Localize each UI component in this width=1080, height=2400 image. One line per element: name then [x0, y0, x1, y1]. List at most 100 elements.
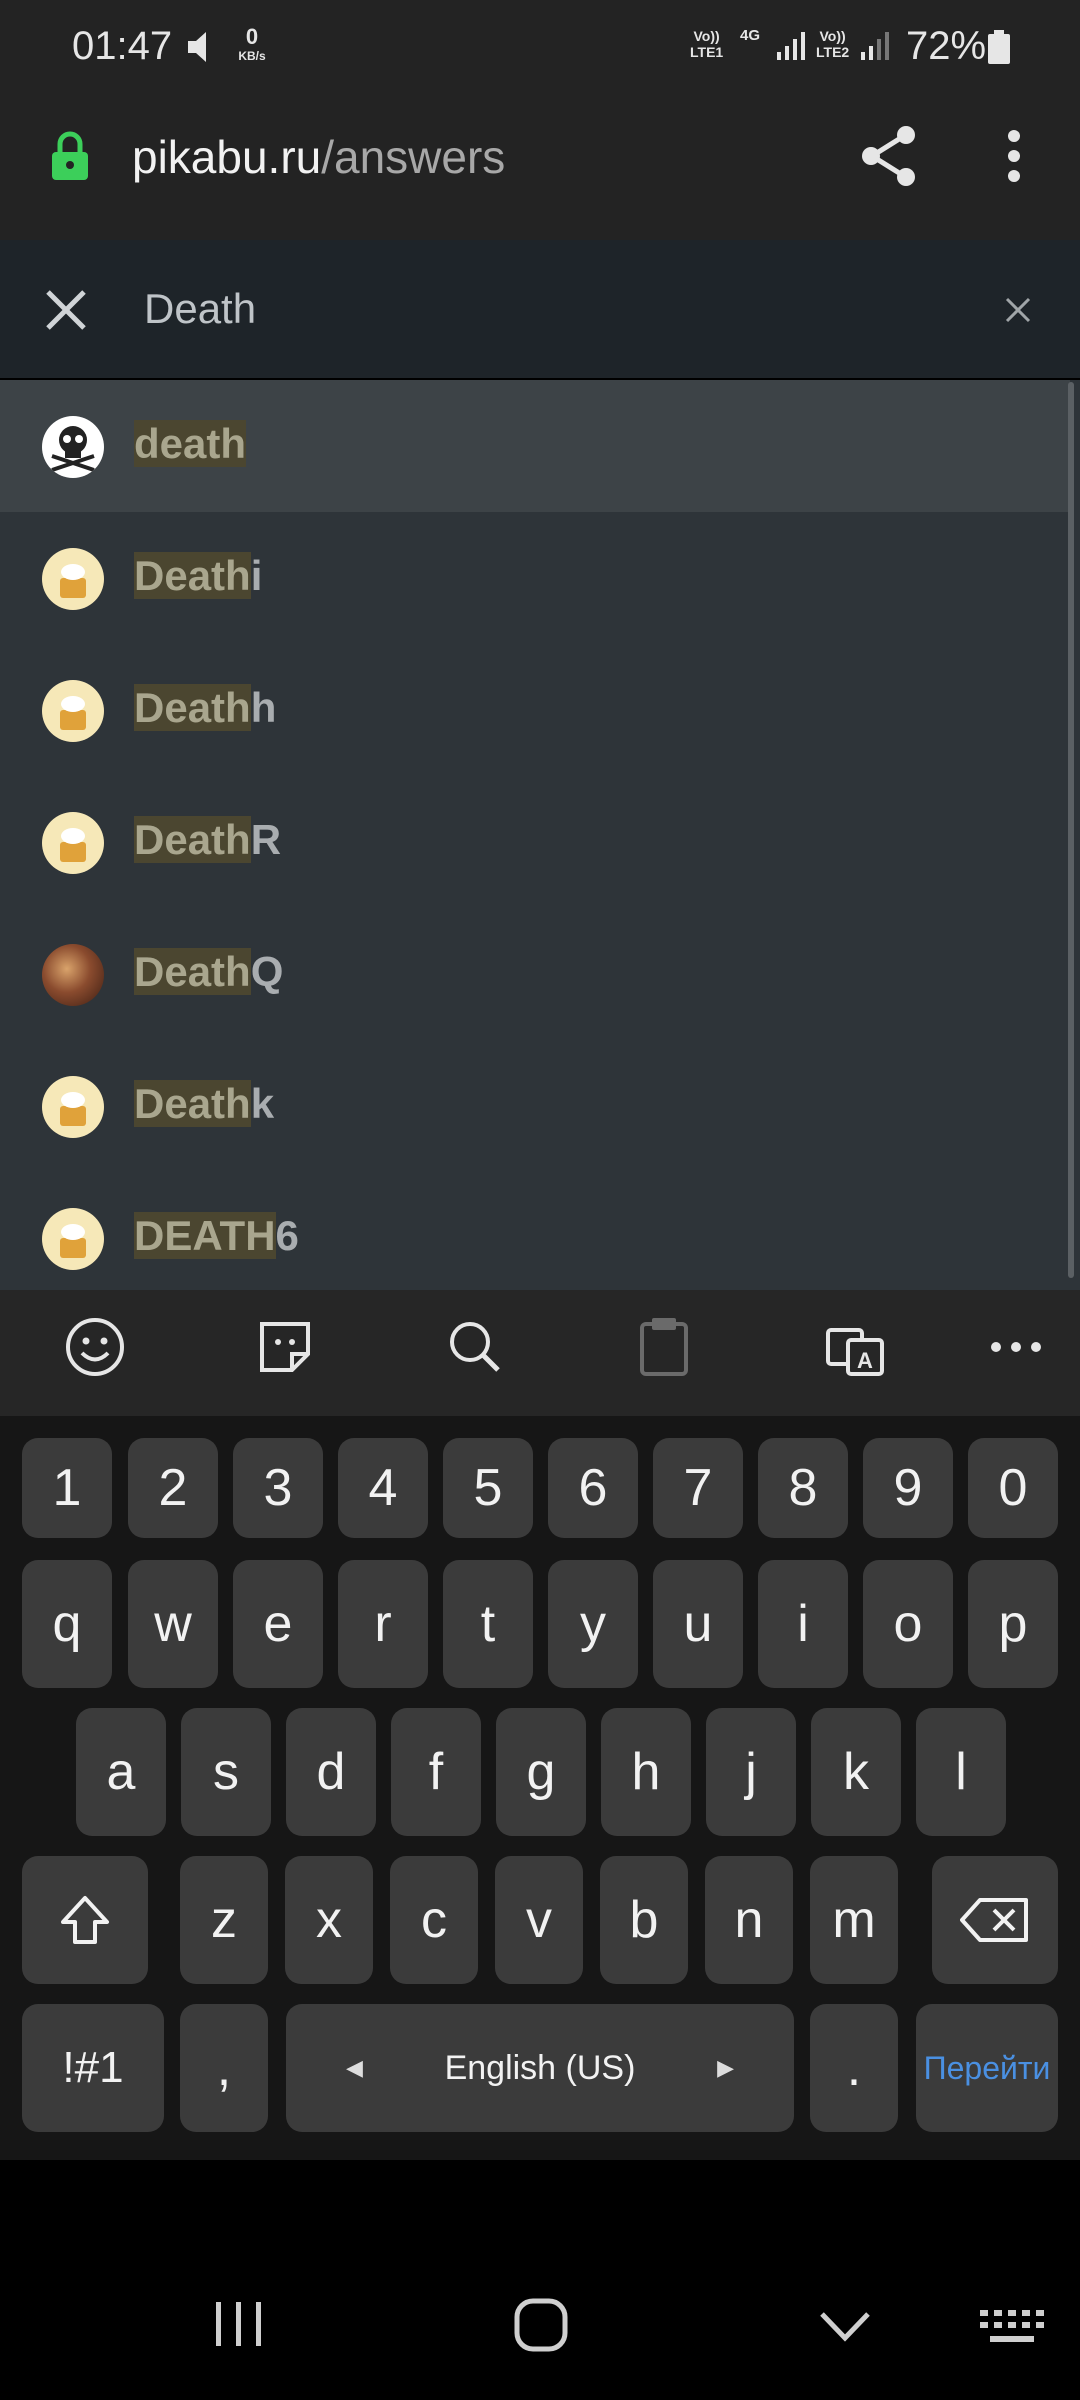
- search-icon[interactable]: [446, 1316, 502, 1378]
- chevron-down-icon[interactable]: [818, 2308, 872, 2344]
- key[interactable]: t: [443, 1560, 533, 1688]
- key[interactable]: 3: [233, 1438, 323, 1538]
- clipboard-icon[interactable]: [638, 1316, 690, 1378]
- close-search-button[interactable]: [42, 286, 90, 334]
- result-username: Deathh: [134, 684, 276, 732]
- key[interactable]: m: [810, 1856, 898, 1984]
- result-match: Death: [134, 948, 251, 995]
- space-key-label: English (US): [444, 2048, 636, 2087]
- key[interactable]: e: [233, 1560, 323, 1688]
- key[interactable]: w: [128, 1560, 218, 1688]
- key[interactable]: 0: [968, 1438, 1058, 1538]
- backspace-key[interactable]: [932, 1856, 1058, 1984]
- signal-icon: [861, 32, 889, 60]
- more-options-icon[interactable]: [1002, 128, 1026, 188]
- skull-icon: [42, 416, 104, 478]
- key[interactable]: 4: [338, 1438, 428, 1538]
- home-icon[interactable]: [514, 2298, 568, 2352]
- key[interactable]: i: [758, 1560, 848, 1688]
- results-scrollbar[interactable]: [1068, 382, 1074, 1278]
- sim1-volte: Vo)): [693, 28, 720, 44]
- result-rest: 6: [275, 1212, 299, 1259]
- result-rest: h: [250, 684, 277, 731]
- lock-icon[interactable]: [50, 130, 90, 182]
- list-item[interactable]: Deathh: [0, 644, 1070, 776]
- symbols-key[interactable]: !#1: [22, 2004, 164, 2132]
- recent-apps-icon[interactable]: [212, 2300, 266, 2348]
- list-item[interactable]: Deathi: [0, 512, 1070, 644]
- key[interactable]: 8: [758, 1438, 848, 1538]
- cake-avatar: [42, 1208, 104, 1270]
- key[interactable]: a: [76, 1708, 166, 1836]
- result-username: Deathi: [134, 552, 262, 600]
- list-item[interactable]: DeathR: [0, 776, 1070, 908]
- key[interactable]: 7: [653, 1438, 743, 1538]
- key[interactable]: p: [968, 1560, 1058, 1688]
- sim2-lte: LTE2: [816, 44, 850, 60]
- url-text[interactable]: pikabu.ru/answers: [132, 130, 505, 184]
- space-key[interactable]: ◀ English (US) ▶: [286, 2004, 794, 2132]
- key[interactable]: s: [181, 1708, 271, 1836]
- key[interactable]: r: [338, 1560, 428, 1688]
- list-item[interactable]: DeathQ: [0, 908, 1070, 1040]
- clear-search-button[interactable]: [1004, 296, 1032, 324]
- key[interactable]: h: [601, 1708, 691, 1836]
- battery-percentage: 72%: [906, 24, 987, 68]
- key[interactable]: 1: [22, 1438, 112, 1538]
- key[interactable]: 9: [863, 1438, 953, 1538]
- keyboard-icon[interactable]: [980, 2310, 1044, 2346]
- key[interactable]: d: [286, 1708, 376, 1836]
- sim1-label: Vo)) LTE1: [690, 28, 723, 60]
- right-arrow-icon: ▶: [717, 2055, 734, 2080]
- share-icon[interactable]: [858, 124, 920, 188]
- key[interactable]: f: [391, 1708, 481, 1836]
- emoji-icon[interactable]: [64, 1316, 126, 1378]
- list-item[interactable]: Deathk: [0, 1040, 1070, 1172]
- left-arrow-icon: ◀: [346, 2055, 363, 2080]
- key[interactable]: k: [811, 1708, 901, 1836]
- key[interactable]: 6: [548, 1438, 638, 1538]
- key[interactable]: l: [916, 1708, 1006, 1836]
- key[interactable]: c: [390, 1856, 478, 1984]
- key[interactable]: g: [496, 1708, 586, 1836]
- more-icon[interactable]: [990, 1316, 1042, 1378]
- battery-icon: [988, 30, 1010, 64]
- navigation-bar: [0, 2160, 1080, 2400]
- keyboard-toolbar: [0, 1290, 1080, 1416]
- network-speed-value: 0: [245, 24, 259, 49]
- key[interactable]: o: [863, 1560, 953, 1688]
- translate-icon[interactable]: A: [824, 1316, 886, 1378]
- cake-avatar: [42, 812, 104, 874]
- result-match: Death: [134, 816, 251, 863]
- shift-key[interactable]: [22, 1856, 148, 1984]
- key[interactable]: y: [548, 1560, 638, 1688]
- sticker-icon[interactable]: [254, 1316, 316, 1378]
- status-time: 01:47: [72, 24, 173, 68]
- period-key[interactable]: .: [810, 2004, 898, 2132]
- comma-key[interactable]: ,: [180, 2004, 268, 2132]
- key[interactable]: u: [653, 1560, 743, 1688]
- list-item[interactable]: DEATH6: [0, 1172, 1070, 1290]
- go-key[interactable]: Перейти: [916, 2004, 1058, 2132]
- result-username: Deathk: [134, 1080, 274, 1128]
- result-rest: R: [250, 816, 282, 863]
- cake-avatar: [42, 548, 104, 610]
- key[interactable]: q: [22, 1560, 112, 1688]
- network-speed-unit: KB/s: [238, 49, 266, 63]
- result-username: DeathQ: [134, 948, 283, 996]
- search-input[interactable]: [144, 278, 964, 340]
- result-match: Death: [134, 552, 251, 599]
- sim1-network-type: 4G: [740, 27, 761, 44]
- key[interactable]: 5: [443, 1438, 533, 1538]
- shift-icon: [61, 1896, 109, 1944]
- key[interactable]: b: [600, 1856, 688, 1984]
- key[interactable]: z: [180, 1856, 268, 1984]
- result-match: DEATH: [134, 1212, 276, 1259]
- cake-avatar: [42, 1076, 104, 1138]
- key[interactable]: n: [705, 1856, 793, 1984]
- key[interactable]: j: [706, 1708, 796, 1836]
- key[interactable]: v: [495, 1856, 583, 1984]
- list-item[interactable]: death: [0, 380, 1070, 512]
- key[interactable]: 2: [128, 1438, 218, 1538]
- key[interactable]: x: [285, 1856, 373, 1984]
